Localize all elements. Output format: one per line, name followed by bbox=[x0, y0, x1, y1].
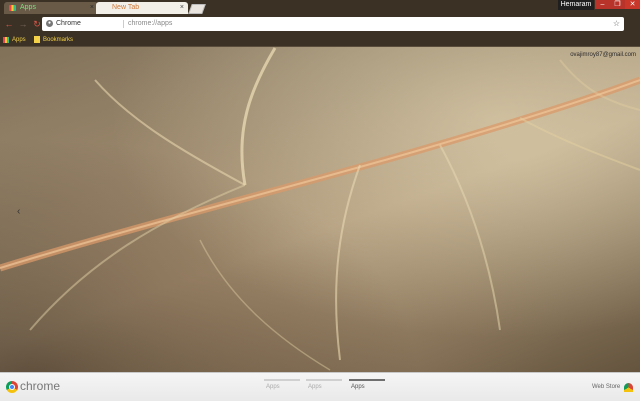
chrome-page-icon: ● bbox=[46, 20, 53, 27]
profile-button[interactable]: Hemaram bbox=[558, 0, 594, 10]
tab-strip: Apps × New Tab × Hemaram – ❐ ✕ bbox=[0, 0, 640, 14]
page-switcher-label: Apps bbox=[351, 384, 365, 390]
page-switcher-label: Apps bbox=[266, 384, 280, 390]
toolbar: ← → ↻ ● Chrome chrome://apps ☆ bbox=[0, 14, 640, 34]
web-store-link[interactable]: Web Store bbox=[592, 384, 620, 390]
minimize-button[interactable]: – bbox=[595, 0, 610, 9]
bookmark-label: Apps bbox=[12, 37, 26, 43]
forward-button[interactable]: → bbox=[17, 18, 29, 30]
page-switcher-bar bbox=[349, 379, 385, 381]
account-email[interactable]: ovajimroy87@gmail.com bbox=[570, 52, 636, 58]
bookmark-bookmarks[interactable]: Bookmarks bbox=[34, 34, 73, 46]
address-bar[interactable]: ● Chrome chrome://apps ☆ bbox=[42, 17, 624, 31]
toolbar-divider bbox=[0, 46, 640, 47]
apps-grid-icon bbox=[3, 37, 9, 43]
tab-apps[interactable]: Apps × bbox=[4, 2, 98, 14]
previous-page-arrow-icon[interactable]: ‹ bbox=[17, 206, 20, 217]
url-text[interactable]: chrome://apps bbox=[128, 17, 172, 31]
tab-new-tab[interactable]: New Tab × bbox=[96, 2, 188, 14]
page-switcher-bar bbox=[264, 379, 300, 381]
chrome-wordmark: chrome bbox=[20, 379, 61, 393]
bookmark-page-icon bbox=[34, 36, 40, 43]
omnibox-divider bbox=[123, 20, 124, 28]
page-switcher-3[interactable]: Apps bbox=[349, 379, 385, 395]
tab-title: New Tab bbox=[112, 4, 140, 11]
maximize-button[interactable]: ❐ bbox=[610, 0, 625, 9]
bookmark-label: Bookmarks bbox=[43, 37, 74, 43]
back-button[interactable]: ← bbox=[3, 18, 15, 30]
tab-close-icon[interactable]: × bbox=[90, 2, 94, 14]
bookmark-apps[interactable]: Apps bbox=[3, 34, 26, 46]
bookmark-star-icon[interactable]: ☆ bbox=[613, 17, 620, 31]
chrome-logo-icon bbox=[6, 381, 18, 393]
ntp-footer: chrome Apps Apps Apps Web Store bbox=[0, 372, 640, 401]
page-switcher-bar bbox=[306, 379, 342, 381]
page-switcher-2[interactable]: Apps bbox=[306, 379, 342, 395]
wallpaper-leaf-image bbox=[0, 0, 640, 400]
apps-grid-icon bbox=[9, 5, 16, 11]
leaf-veins bbox=[0, 47, 640, 371]
new-tab-button[interactable] bbox=[188, 4, 206, 14]
web-store-icon[interactable] bbox=[624, 383, 633, 392]
tab-close-icon[interactable]: × bbox=[180, 2, 184, 14]
close-window-button[interactable]: ✕ bbox=[625, 0, 640, 9]
page-switcher-label: Apps bbox=[308, 384, 322, 390]
bookmarks-bar: Apps Bookmarks bbox=[0, 34, 640, 46]
omnibox-chip: Chrome bbox=[56, 20, 81, 27]
tab-title: Apps bbox=[20, 4, 36, 11]
page-switcher-1[interactable]: Apps bbox=[264, 379, 300, 395]
